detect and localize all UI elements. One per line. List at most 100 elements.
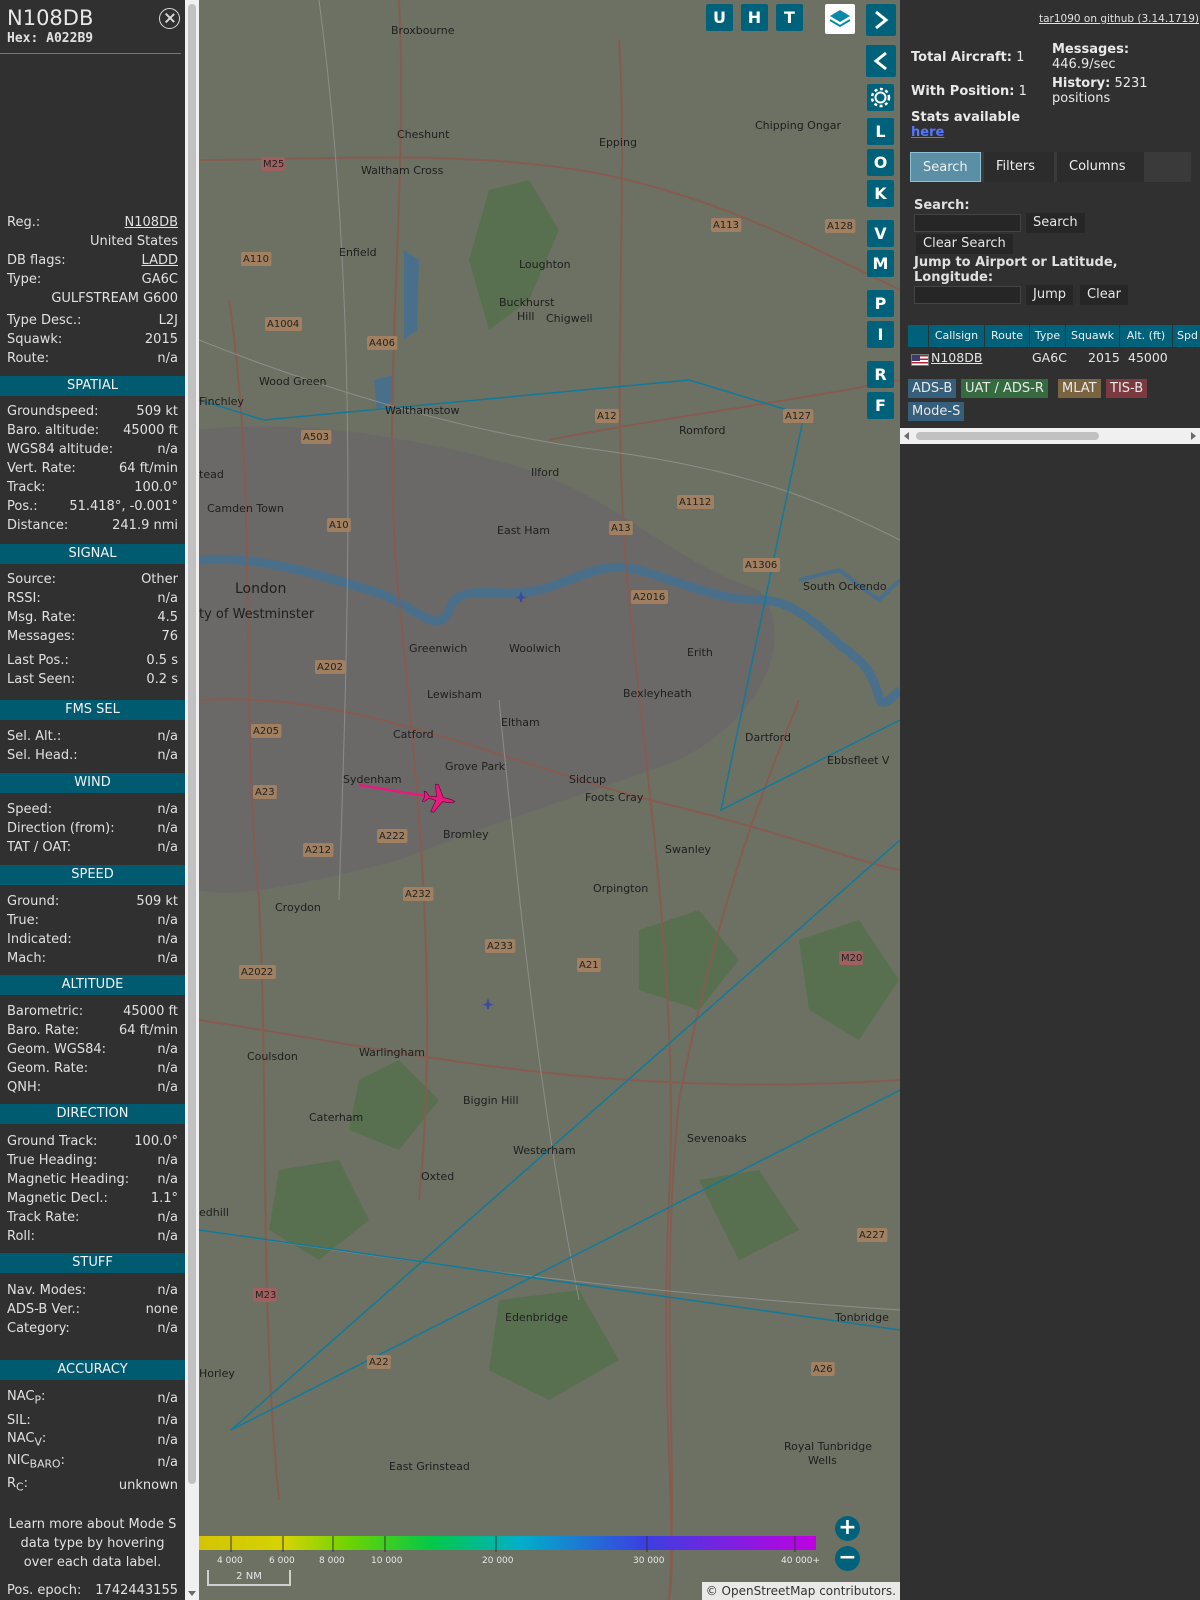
table-scroll-thumb[interactable] xyxy=(916,432,1099,440)
altitude-tick-label: 6 000 xyxy=(269,1556,295,1566)
sidebar-scrollbar[interactable] xyxy=(185,0,199,1600)
scroll-down-arrow-icon[interactable] xyxy=(188,1591,196,1596)
info-row: Nav. Modes: n/a xyxy=(7,1281,178,1299)
info-label: Pos.: xyxy=(7,498,38,514)
stats-link[interactable]: here xyxy=(911,125,944,140)
o-button[interactable]: O xyxy=(867,149,894,176)
info-label: Direction (from): xyxy=(7,820,115,836)
column-header-flag[interactable] xyxy=(908,325,929,347)
altitude-tick-label: 8 000 xyxy=(319,1556,345,1566)
place-label: Warlingham xyxy=(359,1046,425,1059)
legend-uat[interactable]: UAT / ADS-R xyxy=(961,379,1048,398)
road-label: A1306 xyxy=(743,558,780,572)
dbflags-link[interactable]: LADD xyxy=(142,253,178,268)
search-input[interactable] xyxy=(914,214,1021,232)
jump-input[interactable] xyxy=(914,286,1021,304)
map-view[interactable]: Broxbourne Cheshunt Waltham Cross Epping Chi… xyxy=(199,0,900,1600)
info-value: n/a xyxy=(157,1152,178,1168)
column-header-route[interactable]: Route xyxy=(985,325,1030,347)
place-label: Waltham Cross xyxy=(361,164,444,177)
r-button[interactable]: R xyxy=(867,361,894,388)
settings-button[interactable] xyxy=(867,84,894,111)
f-button[interactable]: F xyxy=(867,392,894,419)
svg-text:A227: A227 xyxy=(859,1230,885,1241)
legend-tisb[interactable]: TIS-B xyxy=(1106,379,1148,398)
row-callsign[interactable]: N108DB xyxy=(931,347,982,369)
h-button[interactable]: H xyxy=(741,4,768,31)
row-squawk[interactable]: 2015 xyxy=(1088,347,1120,369)
column-header-callsign[interactable]: Callsign xyxy=(929,325,985,347)
svg-text:A205: A205 xyxy=(253,726,279,737)
collapse-sidebar-button[interactable] xyxy=(866,4,896,36)
l-button[interactable]: L xyxy=(867,118,894,145)
v-button[interactable]: V xyxy=(867,220,894,247)
place-label: Croydon xyxy=(275,901,321,914)
k-button[interactable]: K xyxy=(867,180,894,207)
t-button[interactable]: T xyxy=(776,4,803,31)
altitude-tick-label: 4 000 xyxy=(217,1556,243,1566)
header-divider xyxy=(0,53,181,54)
info-value: n/a xyxy=(157,839,178,855)
place-label: Erith xyxy=(687,646,713,659)
scroll-right-arrow-icon[interactable] xyxy=(1191,432,1196,440)
clear-button[interactable]: Clear xyxy=(1080,285,1128,305)
row-type[interactable]: GA6C xyxy=(1032,347,1067,369)
row-altitude[interactable]: 45000 xyxy=(1128,347,1168,369)
place-label: Horley xyxy=(199,1367,235,1380)
u-button[interactable]: U xyxy=(706,4,733,31)
legend-mlat[interactable]: MLAT xyxy=(1058,379,1101,398)
place-label: Orpington xyxy=(593,882,648,895)
legend-adsb[interactable]: ADS-B xyxy=(908,379,957,398)
svg-text:A127: A127 xyxy=(785,411,811,422)
info-row: TAT / OAT: n/a xyxy=(7,838,178,856)
clear-search-button[interactable]: Clear Search xyxy=(916,234,1013,254)
m-button[interactable]: M xyxy=(867,250,894,277)
info-value: 51.418°, -0.001° xyxy=(69,498,178,514)
road-label: A233 xyxy=(485,939,516,953)
p-button[interactable]: P xyxy=(867,290,894,317)
column-header-squawk[interactable]: Squawk xyxy=(1066,325,1120,347)
zoom-in-button[interactable]: + xyxy=(835,1516,860,1541)
column-header-type[interactable]: Type xyxy=(1030,325,1066,347)
place-label: ty of Westminster xyxy=(199,607,315,622)
table-horizontal-scrollbar[interactable] xyxy=(900,428,1200,444)
svg-text:A22: A22 xyxy=(369,1357,389,1368)
info-row: Baro. Rate: 64 ft/min xyxy=(7,1021,178,1039)
info-row-rc: RC: unknown xyxy=(7,1476,178,1494)
map-scale-bar: 2 NM xyxy=(207,1570,291,1586)
svg-text:A233: A233 xyxy=(487,941,513,952)
column-header-altitude[interactable]: Alt. (ft) xyxy=(1120,325,1173,347)
sidebar-scroll-thumb[interactable] xyxy=(188,4,196,1484)
tab-filters[interactable]: Filters xyxy=(984,152,1054,182)
place-label: Royal Tunbridge xyxy=(784,1440,872,1453)
expand-sidebar-button[interactable] xyxy=(866,45,896,77)
info-value: 76 xyxy=(161,628,178,644)
github-link[interactable]: tar1090 on github (3.14.1719) xyxy=(1039,13,1199,25)
info-label: Speed: xyxy=(7,801,53,817)
legend-modes[interactable]: Mode-S xyxy=(908,402,965,421)
i-button[interactable]: I xyxy=(867,321,894,348)
road-label: A503 xyxy=(301,430,332,444)
close-icon[interactable] xyxy=(159,8,180,29)
layers-button[interactable] xyxy=(825,4,855,34)
altitude-tick-label: 40 000+ xyxy=(781,1556,820,1566)
search-button[interactable]: Search xyxy=(1026,213,1085,233)
info-value: 0.5 s xyxy=(146,652,178,668)
scroll-left-arrow-icon[interactable] xyxy=(904,432,909,440)
place-label: East Ham xyxy=(497,524,550,537)
tab-search[interactable]: Search xyxy=(910,152,981,182)
column-header-speed[interactable]: Spd xyxy=(1173,325,1200,347)
registration-link[interactable]: N108DB xyxy=(125,215,178,230)
tab-columns[interactable]: Columns xyxy=(1057,152,1144,182)
info-row: Pos.: 51.418°, -0.001° xyxy=(7,497,178,515)
map-attribution[interactable]: © OpenStreetMap contributors. xyxy=(701,1582,900,1600)
info-row: Ground Track: 100.0° xyxy=(7,1132,178,1150)
svg-text:A222: A222 xyxy=(379,831,405,842)
info-value: 4.5 xyxy=(157,609,178,625)
zoom-out-button[interactable]: − xyxy=(835,1546,860,1571)
map-canvas[interactable]: Broxbourne Cheshunt Waltham Cross Epping Chi… xyxy=(199,0,900,1600)
place-label: tead xyxy=(199,468,224,481)
jump-button[interactable]: Jump xyxy=(1026,285,1073,305)
road-label: A12 xyxy=(595,409,619,423)
info-row: Geom. WGS84: n/a xyxy=(7,1040,178,1058)
